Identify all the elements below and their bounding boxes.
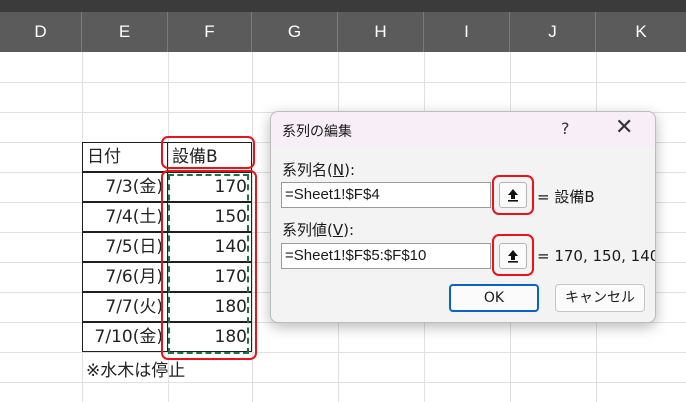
date-cell[interactable]: 7/6(月) [82,262,168,292]
column-header-g[interactable]: G [252,12,338,52]
column-header-i[interactable]: I [424,12,510,52]
grid-line [0,382,686,383]
grid-line [0,352,686,353]
column-header-e[interactable]: E [82,12,168,52]
cancel-button[interactable]: キャンセル [555,284,645,312]
close-icon[interactable]: ✕ [615,115,633,140]
column-header-h[interactable]: H [338,12,424,52]
column-header-f[interactable]: F [168,12,252,52]
highlight-values-collapse-button [492,234,534,276]
series-name-result: = 設備B [537,188,595,206]
date-cell[interactable]: 7/5(日) [82,232,168,262]
column-header-bar: D E F G H I J K [0,12,686,52]
grid-line [0,82,686,83]
dialog-titlebar[interactable]: 系列の編集 ? ✕ [271,112,655,148]
dialog-title: 系列の編集 [282,124,352,140]
highlight-name-collapse-button [492,175,534,215]
column-header-k[interactable]: K [596,12,686,52]
column-header-j[interactable]: J [510,12,596,52]
series-name-input[interactable]: =Sheet1!$F$4 [281,182,491,208]
date-cell[interactable]: 7/4(土) [82,202,168,232]
series-name-label: 系列名(N): [282,161,355,179]
series-values-input[interactable]: =Sheet1!$F$5:$F$10 [281,243,491,269]
date-cell[interactable]: 7/7(火) [82,292,168,322]
series-values-label: 系列値(V): [282,221,355,239]
series-values-result: = 170, 150, 140 [537,247,655,265]
column-header-d[interactable]: D [0,12,82,52]
date-cell[interactable]: 7/3(金) [82,172,168,202]
highlight-series-values-range [161,170,257,360]
ribbon-strip [0,0,686,12]
highlight-series-name-cell [161,136,255,169]
edit-series-dialog: 系列の編集 ? ✕ 系列名(N): =Sheet1!$F$4 = 設備B 系列値… [270,111,656,323]
date-cell[interactable]: 7/10(金) [82,322,168,352]
header-cell-date[interactable]: 日付 [82,142,168,172]
help-button[interactable]: ? [561,119,570,138]
ok-button[interactable]: OK [449,284,539,312]
